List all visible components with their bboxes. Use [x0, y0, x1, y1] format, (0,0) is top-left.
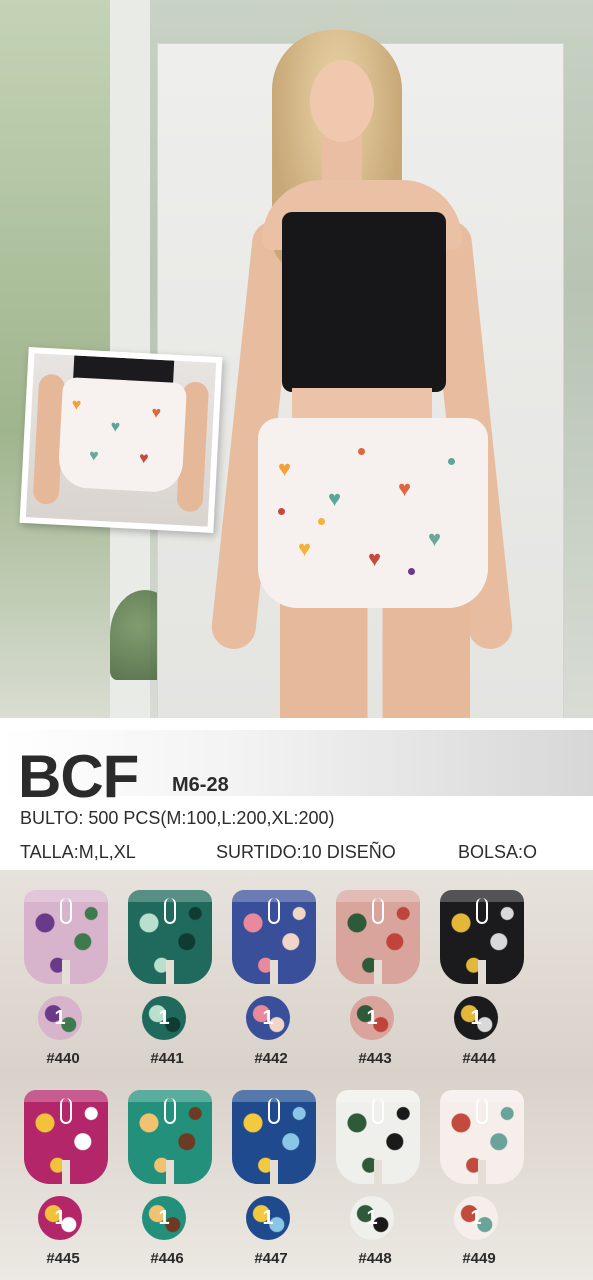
black-crop-top	[282, 212, 446, 392]
bulto-text: BULTO: 500 PCS(M:100,L:200,XL:200)	[20, 808, 335, 828]
design-item: 1 #441	[112, 878, 222, 1076]
design-count: 1	[262, 1007, 274, 1029]
design-shorts-image	[336, 890, 420, 984]
design-count: 1	[158, 1007, 170, 1029]
design-code-label: #443	[358, 1050, 392, 1067]
design-swatch-circle: 1	[454, 1196, 498, 1240]
design-code-label: #449	[462, 1250, 496, 1267]
design-swatch-circle: 1	[350, 996, 394, 1040]
design-item: 1 #445	[8, 1078, 118, 1276]
product-info: BCF M6-28 BULTO: 500 PCS(M:100,L:200,XL:…	[0, 718, 593, 870]
design-item: 1 #449	[424, 1078, 534, 1276]
design-swatch-circle: 1	[454, 996, 498, 1040]
design-shorts-image	[128, 890, 212, 984]
design-swatch-circle: 1	[142, 1196, 186, 1240]
model-face	[310, 60, 374, 142]
model-legs	[280, 600, 470, 718]
design-swatch-circle: 1	[142, 996, 186, 1040]
design-item: 1 #443	[320, 878, 430, 1076]
model-code: M6-28	[172, 774, 229, 796]
design-count: 1	[470, 1007, 482, 1029]
design-item: 1 #444	[424, 878, 534, 1076]
surtido-text: SURTIDO:10 DISEÑO	[216, 842, 396, 862]
bolsa-text: BOLSA:O	[458, 842, 538, 862]
brand-name: BCF	[18, 743, 139, 810]
design-count: 1	[262, 1207, 274, 1229]
design-swatch-circle: 1	[246, 996, 290, 1040]
design-shorts-image	[440, 1090, 524, 1184]
design-code-label: #441	[150, 1050, 184, 1067]
design-shorts-image	[336, 1090, 420, 1184]
design-count: 1	[470, 1207, 482, 1229]
design-shorts-image	[440, 890, 524, 984]
design-shorts-image	[24, 890, 108, 984]
design-code-label: #444	[462, 1050, 496, 1067]
design-item: 1 #442	[216, 878, 326, 1076]
design-code-label: #442	[254, 1050, 288, 1067]
design-shorts-image	[232, 890, 316, 984]
design-shorts-image	[128, 1090, 212, 1184]
design-item: 1 #446	[112, 1078, 222, 1276]
design-shorts-image	[232, 1090, 316, 1184]
heart-print-shorts: ♥ ♥ ♥ ♥ ♥ ♥	[258, 418, 488, 608]
design-swatch-circle: 1	[246, 1196, 290, 1240]
inset-shorts: ♥ ♥ ♥ ♥ ♥	[57, 376, 188, 494]
design-code-label: #448	[358, 1250, 392, 1267]
design-code-label: #446	[150, 1250, 184, 1267]
design-grid: 1 #440 1 #441 1 #442 1 #443 1 #444 1 #445 1 #446 1 #447…	[0, 870, 593, 1280]
design-count: 1	[54, 1007, 66, 1029]
design-code-label: #447	[254, 1250, 288, 1267]
design-shorts-image	[24, 1090, 108, 1184]
detail-photo-inset: ♥ ♥ ♥ ♥ ♥	[19, 347, 223, 533]
hero-photo: ♥ ♥ ♥ ♥ ♥ ♥ ♥ ♥ ♥ ♥ ♥	[0, 0, 593, 718]
design-swatch-circle: 1	[350, 1196, 394, 1240]
design-item: 1 #447	[216, 1078, 326, 1276]
brand-bar: BCF M6-28	[0, 730, 593, 810]
design-item: 1 #448	[320, 1078, 430, 1276]
design-count: 1	[54, 1207, 66, 1229]
design-count: 1	[158, 1207, 170, 1229]
design-swatch-circle: 1	[38, 996, 82, 1040]
design-code-label: #440	[46, 1050, 80, 1067]
talla-text: TALLA:M,L,XL	[20, 842, 136, 862]
design-count: 1	[366, 1007, 378, 1029]
design-code-label: #445	[46, 1250, 80, 1267]
design-swatch-circle: 1	[38, 1196, 82, 1240]
design-count: 1	[366, 1207, 378, 1229]
design-item: 1 #440	[8, 878, 118, 1076]
